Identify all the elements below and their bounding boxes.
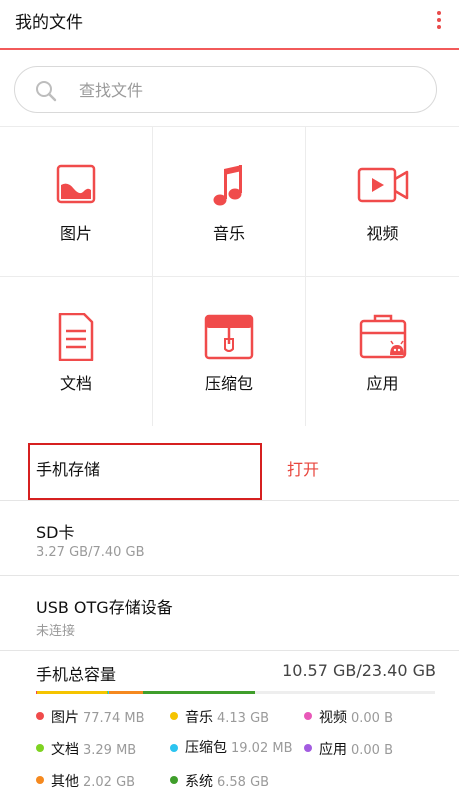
android-app-icon bbox=[359, 314, 406, 359]
archive-icon bbox=[204, 314, 254, 360]
category-music[interactable]: 音乐 bbox=[153, 127, 306, 277]
legend-name: 文档 bbox=[51, 742, 79, 758]
legend-size: 0.00 B bbox=[351, 711, 393, 726]
usb-otg-row[interactable]: USB OTG存储设备 未连接 bbox=[0, 576, 459, 651]
music-note-icon bbox=[213, 165, 242, 206]
legend-dot bbox=[304, 712, 312, 720]
legend-size: 6.58 GB bbox=[217, 775, 270, 790]
search-input[interactable] bbox=[77, 75, 417, 105]
legend-name: 视频 bbox=[319, 710, 347, 726]
open-phone-storage-button[interactable]: 打开 bbox=[287, 456, 319, 480]
more-options-icon[interactable] bbox=[435, 11, 443, 29]
category-archives[interactable]: 压缩包 bbox=[153, 277, 306, 427]
usb-otg-status: 未连接 bbox=[36, 624, 76, 639]
sd-card-usage: 3.27 GB/7.40 GB bbox=[36, 545, 145, 560]
capacity-value: 10.57 GB/23.40 GB bbox=[282, 661, 436, 680]
legend-name: 系统 bbox=[185, 774, 213, 790]
legend-name: 应用 bbox=[319, 742, 347, 758]
legend-dot bbox=[36, 776, 44, 784]
legend-size: 19.02 MB bbox=[231, 741, 293, 756]
category-label: 图片 bbox=[59, 224, 92, 243]
sd-card-label: SD卡 bbox=[36, 523, 75, 542]
capacity-bar bbox=[36, 691, 435, 694]
usb-otg-label: USB OTG存储设备 bbox=[36, 598, 173, 617]
category-label: 压缩包 bbox=[204, 374, 253, 393]
legend-size: 4.13 GB bbox=[217, 711, 270, 726]
category-label: 音乐 bbox=[212, 224, 245, 243]
category-label: 视频 bbox=[366, 224, 399, 243]
capacity-segment bbox=[109, 691, 143, 694]
category-images[interactable]: 图片 bbox=[0, 127, 153, 277]
legend-dot bbox=[304, 744, 312, 752]
legend-dot bbox=[36, 744, 44, 752]
legend-dot bbox=[170, 776, 178, 784]
category-videos[interactable]: 视频 bbox=[306, 127, 459, 277]
capacity-segment bbox=[37, 691, 107, 694]
category-apps[interactable]: 应用 bbox=[306, 277, 459, 427]
image-icon bbox=[56, 164, 96, 204]
phone-storage-label: 手机存储 bbox=[36, 460, 101, 479]
category-label: 应用 bbox=[366, 374, 399, 393]
search-icon bbox=[36, 81, 57, 102]
sd-card-row[interactable]: SD卡 3.27 GB/7.40 GB bbox=[0, 501, 459, 576]
search-box[interactable] bbox=[14, 66, 437, 113]
video-camera-icon bbox=[357, 167, 408, 203]
legend-size: 0.00 B bbox=[351, 743, 393, 758]
top-bar: 我的文件 bbox=[0, 0, 459, 50]
legend-size: 3.29 MB bbox=[83, 743, 137, 758]
legend-dot bbox=[170, 712, 178, 720]
capacity-segment bbox=[143, 691, 255, 694]
capacity-title: 手机总容量 bbox=[36, 665, 117, 684]
capacity-section: 手机总容量 10.57 GB/23.40 GB 图片 77.74 MB 音乐 4.1… bbox=[0, 651, 459, 791]
category-documents[interactable]: 文档 bbox=[0, 277, 153, 427]
legend-name: 音乐 bbox=[185, 710, 213, 726]
category-grid: 图片 音乐 视频 文档 压缩包 应用 bbox=[0, 126, 459, 427]
page-title: 我的文件 bbox=[15, 13, 83, 33]
phone-storage-row[interactable]: 手机存储 打开 bbox=[0, 426, 459, 501]
legend-name: 图片 bbox=[51, 710, 79, 726]
legend-size: 2.02 GB bbox=[83, 775, 136, 790]
legend-dot bbox=[170, 744, 178, 752]
legend-name: 压缩包 bbox=[185, 740, 227, 756]
document-icon bbox=[58, 313, 94, 361]
category-label: 文档 bbox=[59, 374, 92, 393]
legend-size: 77.74 MB bbox=[83, 711, 145, 726]
legend-dot bbox=[36, 712, 44, 720]
legend-name: 其他 bbox=[51, 774, 79, 790]
